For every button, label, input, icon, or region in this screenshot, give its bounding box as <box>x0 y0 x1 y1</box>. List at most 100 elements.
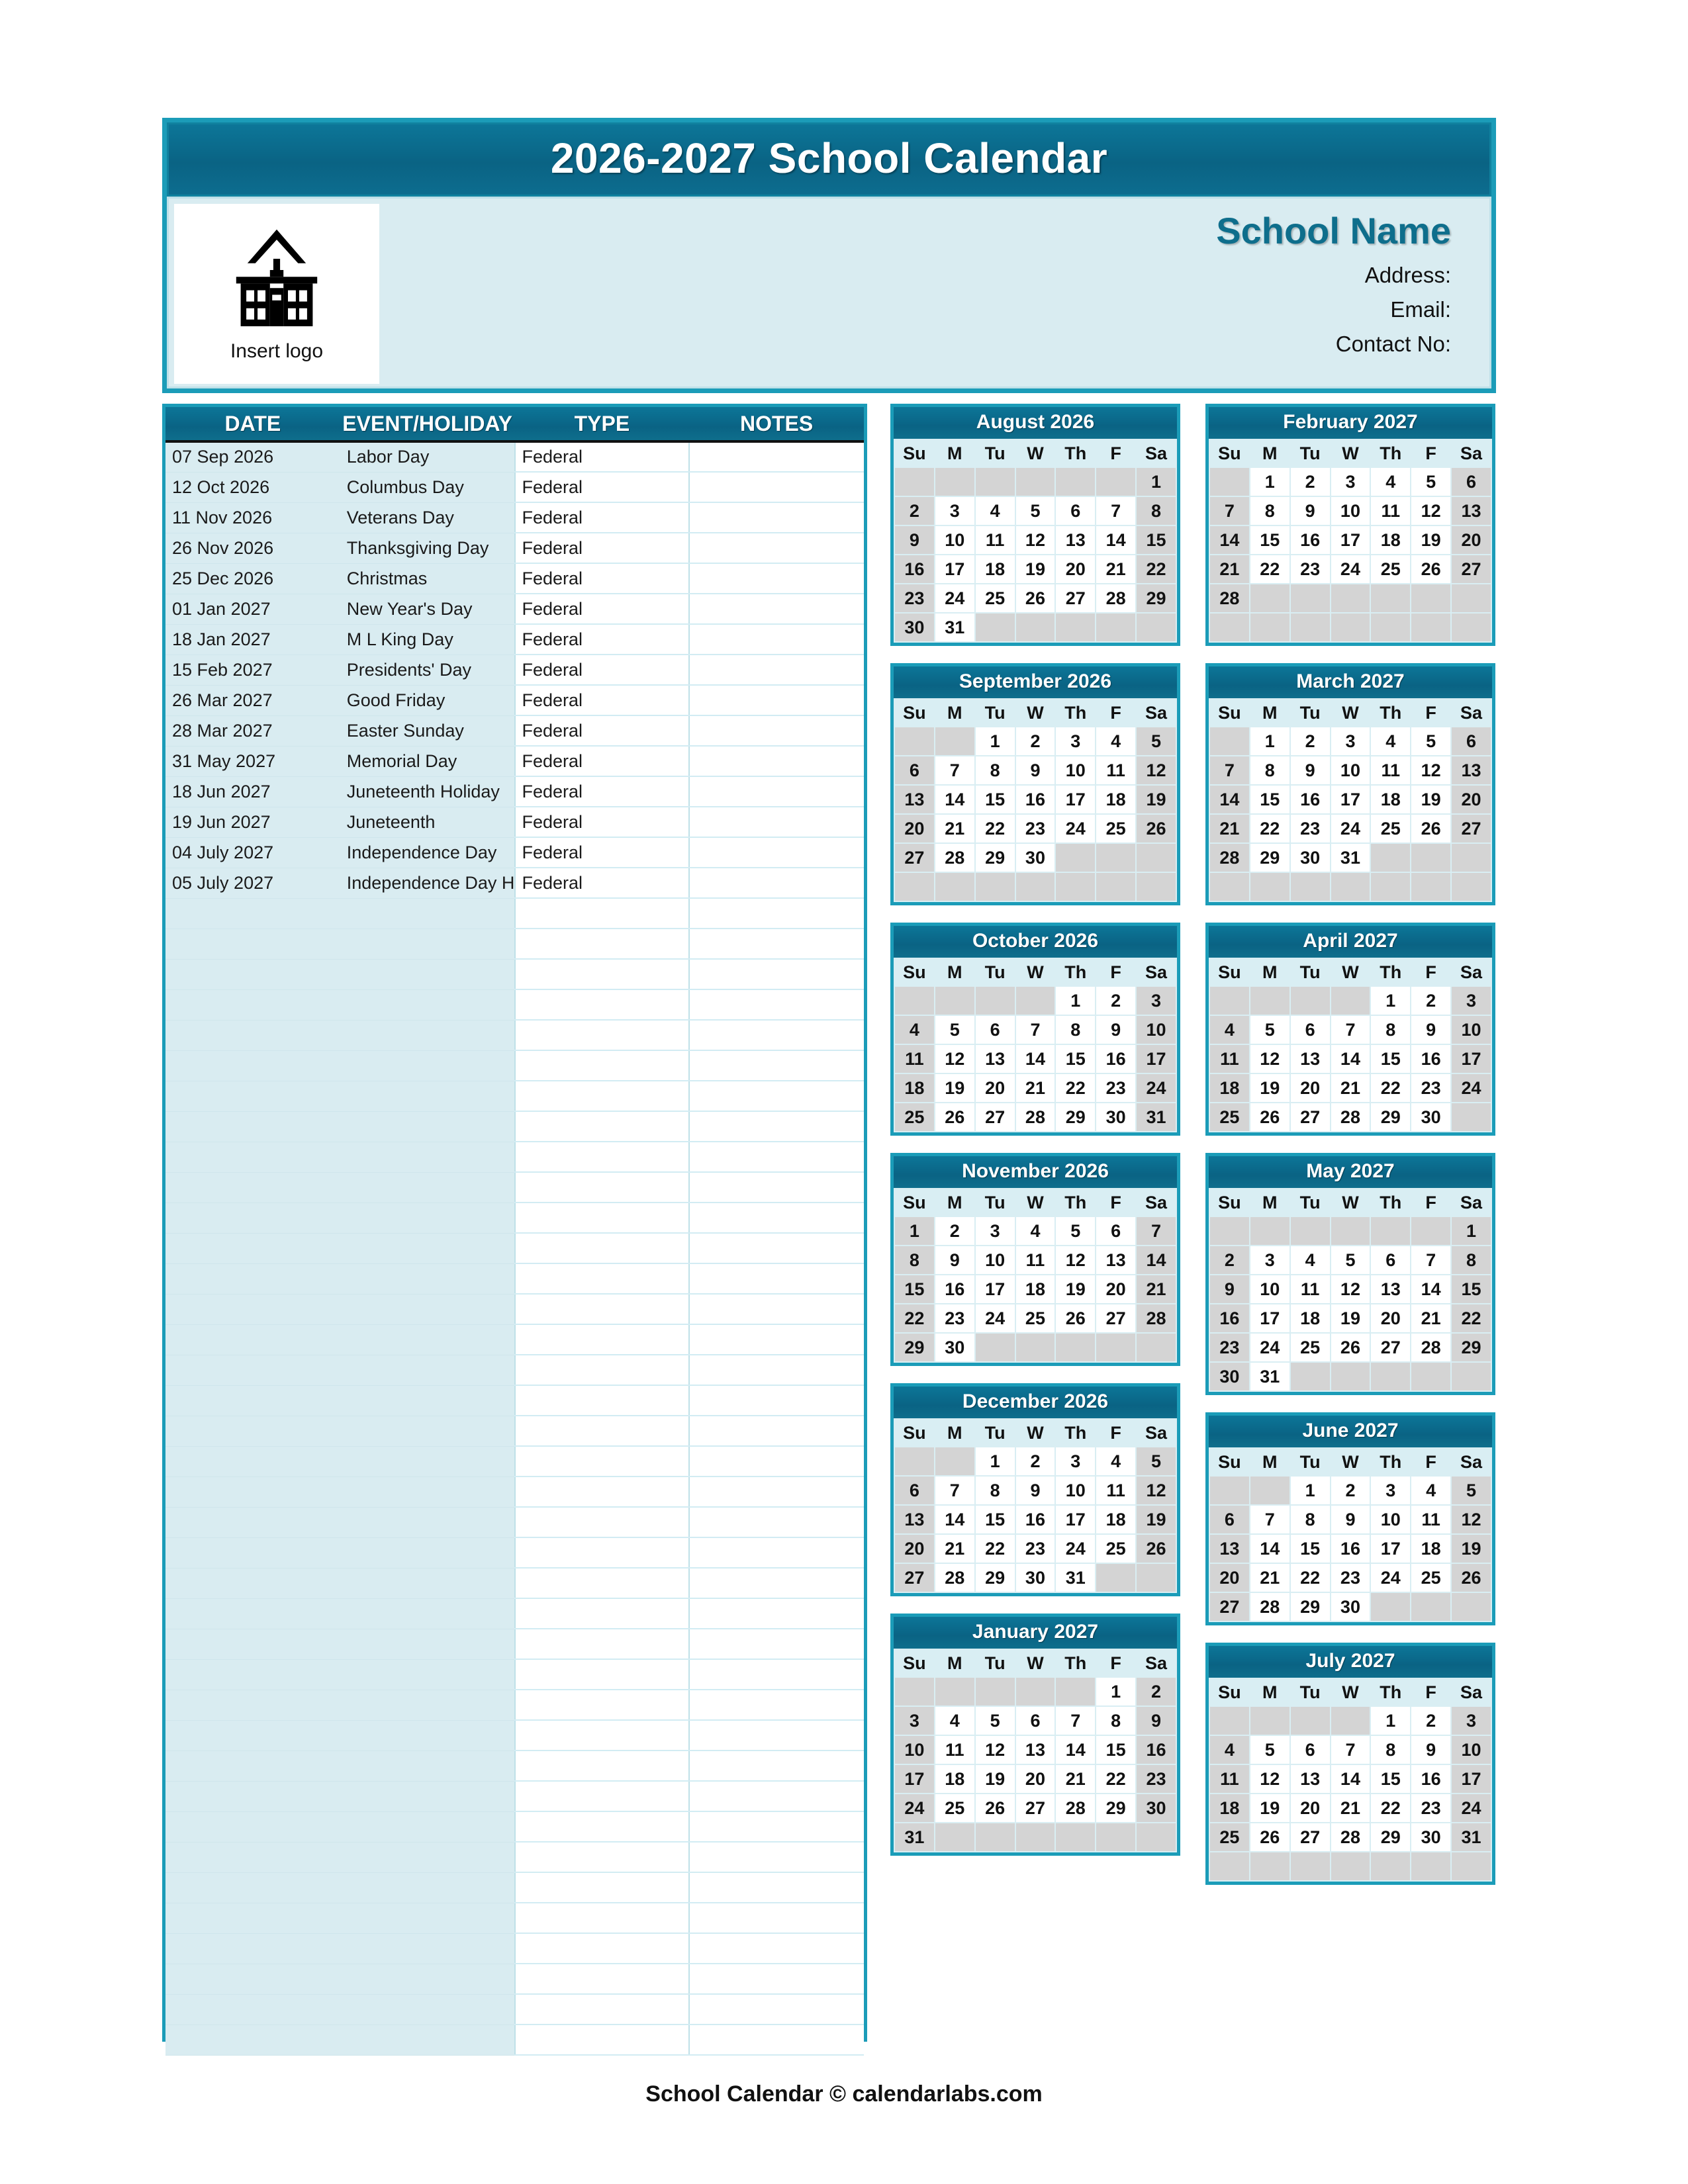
cell-type[interactable] <box>514 929 690 960</box>
day-cell[interactable]: 17 <box>1452 1045 1491 1073</box>
day-cell[interactable]: 27 <box>895 1564 934 1592</box>
day-cell[interactable]: 29 <box>1371 1823 1411 1851</box>
day-cell[interactable]: 1 <box>1452 1217 1491 1245</box>
cell-notes[interactable] <box>688 563 864 594</box>
day-cell[interactable]: 28 <box>1137 1304 1176 1332</box>
cell-event[interactable]: Good Friday <box>340 685 515 716</box>
cell-notes[interactable] <box>688 1598 864 1629</box>
cell-type[interactable] <box>514 1781 690 1812</box>
day-cell[interactable]: 15 <box>1290 1535 1330 1563</box>
cell-event[interactable] <box>340 1416 515 1447</box>
day-cell[interactable]: 6 <box>895 1477 934 1504</box>
day-cell[interactable]: 3 <box>1056 727 1096 755</box>
day-cell[interactable]: 4 <box>1015 1217 1055 1245</box>
day-cell[interactable]: 25 <box>1411 1564 1451 1592</box>
day-cell[interactable]: 14 <box>935 1506 974 1533</box>
cell-type[interactable]: Federal <box>514 715 690 747</box>
day-cell[interactable]: 15 <box>1371 1765 1411 1793</box>
day-cell[interactable]: 30 <box>1411 1823 1451 1851</box>
day-cell[interactable]: 1 <box>1137 468 1176 496</box>
cell-notes[interactable] <box>688 472 864 503</box>
cell-event[interactable] <box>340 1203 515 1234</box>
day-cell[interactable]: 24 <box>895 1794 934 1822</box>
cell-notes[interactable] <box>688 1629 864 1660</box>
day-cell[interactable]: 12 <box>1137 756 1176 784</box>
day-cell[interactable]: 28 <box>1210 844 1249 872</box>
day-cell[interactable]: 4 <box>975 497 1015 525</box>
cell-date[interactable] <box>165 1050 340 1081</box>
day-cell[interactable]: 6 <box>1290 1016 1330 1044</box>
day-cell[interactable]: 19 <box>1411 526 1451 554</box>
day-cell[interactable]: 29 <box>1371 1103 1411 1131</box>
day-cell[interactable]: 20 <box>1290 1794 1330 1822</box>
cell-date[interactable] <box>165 1568 340 1599</box>
cell-notes[interactable] <box>688 1142 864 1173</box>
cell-event[interactable]: Juneteenth Holiday <box>340 776 515 807</box>
day-cell[interactable]: 18 <box>1096 1506 1136 1533</box>
day-cell[interactable]: 6 <box>1290 1736 1330 1764</box>
table-row[interactable] <box>165 929 864 960</box>
day-cell[interactable]: 11 <box>1371 497 1411 525</box>
cell-event[interactable]: Independence Day H <box>340 868 515 899</box>
day-cell[interactable]: 11 <box>935 1736 974 1764</box>
table-row[interactable]: 11 Nov 2026 Veterans Day Federal <box>165 502 864 533</box>
cell-date[interactable] <box>165 989 340 1021</box>
cell-notes[interactable] <box>688 1903 864 1934</box>
day-cell[interactable]: 16 <box>1290 786 1330 813</box>
cell-type[interactable] <box>514 1385 690 1416</box>
cell-event[interactable] <box>340 1294 515 1325</box>
table-row[interactable] <box>165 1720 864 1751</box>
day-cell[interactable]: 28 <box>1411 1334 1451 1361</box>
cell-type[interactable] <box>514 1324 690 1355</box>
day-cell[interactable]: 24 <box>1331 815 1370 842</box>
day-cell[interactable]: 11 <box>1411 1506 1451 1533</box>
cell-date[interactable]: 26 Nov 2026 <box>165 533 340 564</box>
day-cell[interactable]: 22 <box>975 1535 1015 1563</box>
day-cell[interactable]: 19 <box>1331 1304 1370 1332</box>
day-cell[interactable]: 3 <box>935 497 974 525</box>
day-cell[interactable]: 7 <box>1096 497 1136 525</box>
day-cell[interactable]: 21 <box>1331 1074 1370 1102</box>
day-cell[interactable]: 29 <box>1137 584 1176 612</box>
day-cell[interactable]: 7 <box>1210 756 1249 784</box>
cell-date[interactable]: 19 Jun 2027 <box>165 807 340 838</box>
cell-notes[interactable] <box>688 1477 864 1508</box>
day-cell[interactable]: 22 <box>895 1304 934 1332</box>
table-row[interactable] <box>165 1263 864 1295</box>
day-cell[interactable]: 21 <box>1250 1564 1289 1592</box>
table-row[interactable] <box>165 1964 864 1995</box>
day-cell[interactable]: 10 <box>1331 756 1370 784</box>
day-cell[interactable]: 5 <box>1056 1217 1096 1245</box>
day-cell[interactable]: 23 <box>1411 1074 1451 1102</box>
cell-type[interactable]: Federal <box>514 837 690 868</box>
cell-type[interactable] <box>514 1355 690 1386</box>
day-cell[interactable]: 25 <box>1371 815 1411 842</box>
day-cell[interactable]: 17 <box>1137 1045 1176 1073</box>
cell-date[interactable] <box>165 1994 340 2025</box>
day-cell[interactable]: 20 <box>1452 526 1491 554</box>
day-cell[interactable]: 26 <box>1250 1103 1289 1131</box>
day-cell[interactable]: 26 <box>975 1794 1015 1822</box>
day-cell[interactable]: 13 <box>895 786 934 813</box>
day-cell[interactable]: 14 <box>935 786 974 813</box>
day-cell[interactable]: 25 <box>1096 815 1136 842</box>
cell-date[interactable] <box>165 1111 340 1142</box>
day-cell[interactable]: 27 <box>1015 1794 1055 1822</box>
day-cell[interactable]: 30 <box>1015 1564 1055 1592</box>
day-cell[interactable]: 8 <box>895 1246 934 1274</box>
day-cell[interactable]: 26 <box>1411 555 1451 583</box>
cell-notes[interactable] <box>688 1781 864 1812</box>
day-cell[interactable]: 16 <box>1096 1045 1136 1073</box>
day-cell[interactable]: 15 <box>1452 1275 1491 1303</box>
day-cell[interactable]: 15 <box>1250 786 1289 813</box>
day-cell[interactable]: 11 <box>975 526 1015 554</box>
cell-type[interactable] <box>514 2025 690 2056</box>
table-row[interactable] <box>165 1690 864 1721</box>
day-cell[interactable]: 8 <box>1250 756 1289 784</box>
day-cell[interactable]: 9 <box>1331 1506 1370 1533</box>
cell-date[interactable] <box>165 1964 340 1995</box>
cell-type[interactable] <box>514 1994 690 2025</box>
day-cell[interactable]: 17 <box>975 1275 1015 1303</box>
day-cell[interactable]: 30 <box>1411 1103 1451 1131</box>
day-cell[interactable]: 19 <box>1250 1794 1289 1822</box>
